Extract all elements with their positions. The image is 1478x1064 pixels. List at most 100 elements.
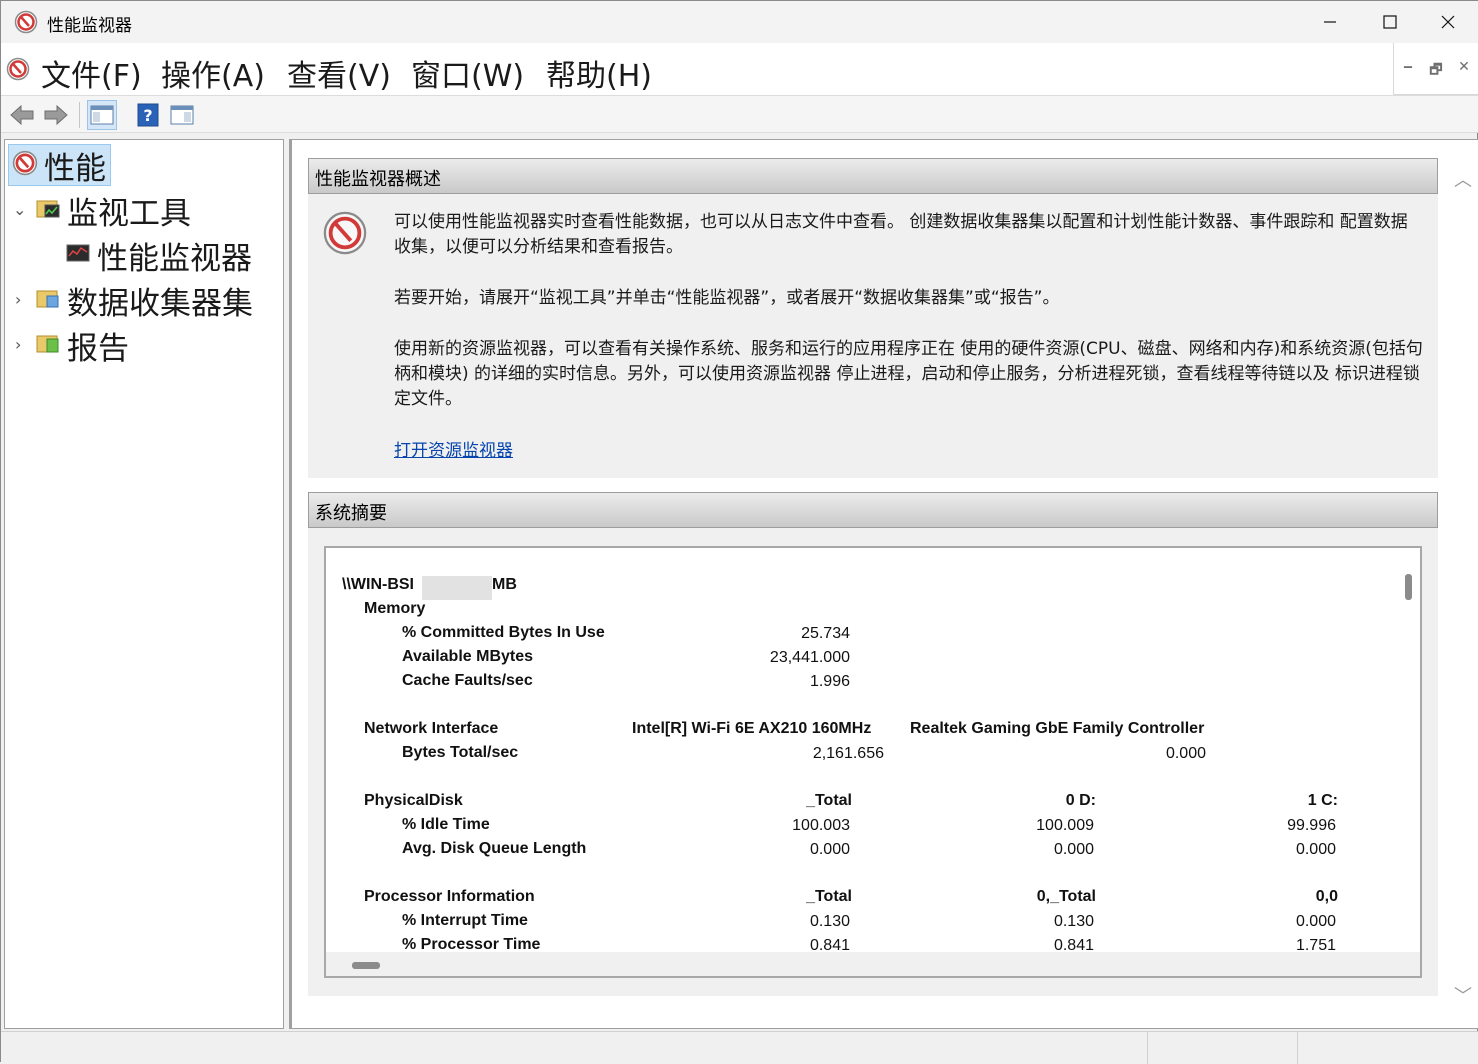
summary-heading: 系统摘要 [308, 492, 1438, 528]
menu-file[interactable]: 文件(F) [41, 51, 142, 95]
minimize-button[interactable] [1301, 1, 1359, 43]
perfmon-icon [12, 150, 38, 180]
counter-value: 99.996 [1287, 817, 1336, 834]
counter-name: % Interrupt Time [402, 912, 528, 929]
show-hide-tree-button[interactable] [87, 100, 117, 130]
status-cell [1147, 1032, 1297, 1064]
tree-item-label: 性能 [44, 150, 106, 187]
overview-paragraph-2: 若要开始，请展开“监视工具”并单击“性能监视器”，或者展开“数据收集器集”或“报… [394, 288, 1060, 308]
menu-view[interactable]: 查看(V) [287, 51, 391, 95]
processor-column: 0,_Total [1036, 888, 1096, 905]
mdi-minimize-button[interactable]: ‒ [1398, 59, 1418, 81]
counter-name: Bytes Total/sec [402, 744, 519, 761]
tree-item-performance[interactable]: 性能 [8, 144, 111, 187]
show-hide-action-pane-button[interactable] [167, 100, 197, 130]
overview-paragraph-3: 使用新的资源监视器，可以查看有关操作系统、服务和运行的应用程序正在 使用的硬件资… [394, 339, 1423, 409]
forward-button[interactable] [41, 100, 71, 130]
counter-name: Cache Faults/sec [402, 672, 533, 689]
menu-help[interactable]: 帮助(H) [546, 51, 652, 95]
overview-link-row: 打开资源监视器 [394, 439, 1424, 464]
navigation-tree: 性能 ⌄ 监视工具 性能监视器 › 数据收集器集 › 报告 [4, 139, 284, 1029]
app-window: 性能监视器 文件(F) 操作(A) 查看(V) 窗口(W) 帮助(H) ‒ 🗗 … [0, 0, 1478, 1064]
counter-name: % Committed Bytes In Use [402, 624, 605, 641]
svg-text:?: ? [143, 106, 152, 125]
host-name-suffix: MB [492, 576, 517, 593]
tree-item-monitoring-tools[interactable]: 监视工具 [35, 189, 191, 232]
window-title: 性能监视器 [47, 16, 132, 36]
mdi-controls: ‒ 🗗 ✕ [1393, 43, 1478, 95]
scroll-down-icon[interactable]: ﹀ [1454, 982, 1472, 1008]
tree-item-data-collector-sets[interactable]: 数据收集器集 [35, 279, 253, 322]
mdi-restore-button[interactable]: 🗗 [1426, 59, 1446, 81]
title-bar: 性能监视器 [1, 1, 1478, 43]
counter-value: 0.000 [1165, 745, 1206, 762]
mdi-close-button[interactable]: ✕ [1454, 59, 1474, 81]
disk-title: PhysicalDisk [364, 792, 463, 809]
counter-value: 0.130 [1053, 913, 1094, 930]
network-column-1: Intel[R] Wi-Fi 6E AX210 160MHz [632, 720, 872, 737]
disk-column: _Total [806, 792, 852, 809]
scroll-up-icon[interactable]: ︿ [1454, 166, 1472, 192]
close-button[interactable] [1419, 1, 1477, 43]
counter-value: 23,441.000 [769, 649, 850, 666]
menu-window[interactable]: 窗口(W) [411, 51, 524, 95]
counter-value: 0.000 [1053, 841, 1094, 858]
perfmon-icon [14, 10, 38, 38]
summary-panel: \\WIN-BSI MB Memory % Committed Bytes In… [324, 546, 1422, 978]
processor-title: Processor Information [364, 888, 535, 905]
perfmon-large-icon [322, 210, 368, 260]
redacted-block [422, 576, 492, 600]
counter-value: 0.000 [809, 841, 850, 858]
counter-value: 100.003 [792, 817, 850, 834]
counter-value: 25.734 [801, 625, 850, 642]
horizontal-scrollbar[interactable] [326, 952, 1420, 976]
tree-item-label: 报告 [67, 330, 129, 367]
menu-bar: 文件(F) 操作(A) 查看(V) 窗口(W) 帮助(H) [1, 43, 1393, 95]
horizontal-scrollbar-thumb[interactable] [352, 962, 380, 969]
system-summary-section: 系统摘要 \\WIN-BSI MB Memory % Committed Byt… [308, 492, 1438, 996]
help-icon[interactable]: ? [133, 100, 163, 130]
folder-report-icon [35, 330, 61, 360]
counter-value: 0.000 [1295, 841, 1336, 858]
chevron-down-icon[interactable]: ⌄ [13, 200, 26, 219]
perfmon-menu-icon[interactable] [6, 57, 30, 85]
counter-value: 100.009 [1036, 817, 1094, 834]
counter-name: Avg. Disk Queue Length [402, 840, 587, 857]
back-button[interactable] [7, 100, 37, 130]
folder-chart-icon [35, 195, 61, 225]
processor-column: _Total [806, 888, 852, 905]
overview-section: 性能监视器概述 可以使用性能监视器实时查看性能数据，也可以从日志文件中查看。 创… [308, 158, 1438, 478]
tree-item-label: 数据收集器集 [67, 285, 253, 322]
overview-heading: 性能监视器概述 [308, 158, 1438, 194]
toolbar: ? [1, 95, 1478, 133]
tree-item-performance-monitor[interactable]: 性能监视器 [65, 234, 252, 277]
tree-item-reports[interactable]: 报告 [35, 324, 129, 367]
processor-column: 0,0 [1315, 888, 1338, 905]
folder-collector-icon [35, 285, 61, 315]
content-pane: ︿ ﹀ 性能监视器概述 可以使用性能监视器实时查看性能数据，也可以从日志文件中查… [289, 139, 1478, 1029]
overview-paragraph-1: 可以使用性能监视器实时查看性能数据，也可以从日志文件中查看。 创建数据收集器集以… [394, 212, 1408, 257]
chevron-right-icon[interactable]: › [15, 335, 21, 354]
counter-value: 1.996 [809, 673, 850, 690]
memory-title: Memory [364, 600, 426, 617]
counter-value: 2,161.656 [812, 745, 884, 762]
maximize-button[interactable] [1361, 1, 1419, 43]
counter-value: 0.000 [1295, 913, 1336, 930]
tree-item-label: 监视工具 [67, 195, 191, 232]
counter-value: 0.130 [809, 913, 850, 930]
status-cell [1297, 1032, 1477, 1064]
monitor-chart-icon [65, 242, 91, 268]
toolbar-separator [79, 102, 80, 128]
counter-name: % Idle Time [402, 816, 490, 833]
network-column-2: Realtek Gaming GbE Family Controller [910, 720, 1205, 737]
vertical-scrollbar-thumb[interactable] [1405, 574, 1412, 600]
chevron-right-icon[interactable]: › [15, 290, 21, 309]
open-resource-monitor-link[interactable]: 打开资源监视器 [394, 441, 513, 461]
status-bar [1, 1031, 1478, 1064]
network-title: Network Interface [364, 720, 499, 737]
tree-item-label: 性能监视器 [97, 240, 252, 277]
menu-action[interactable]: 操作(A) [161, 51, 265, 95]
disk-column: 1 C: [1307, 792, 1338, 809]
host-name-prefix: \\WIN-BSI [342, 576, 414, 593]
disk-column: 0 D: [1065, 792, 1096, 809]
